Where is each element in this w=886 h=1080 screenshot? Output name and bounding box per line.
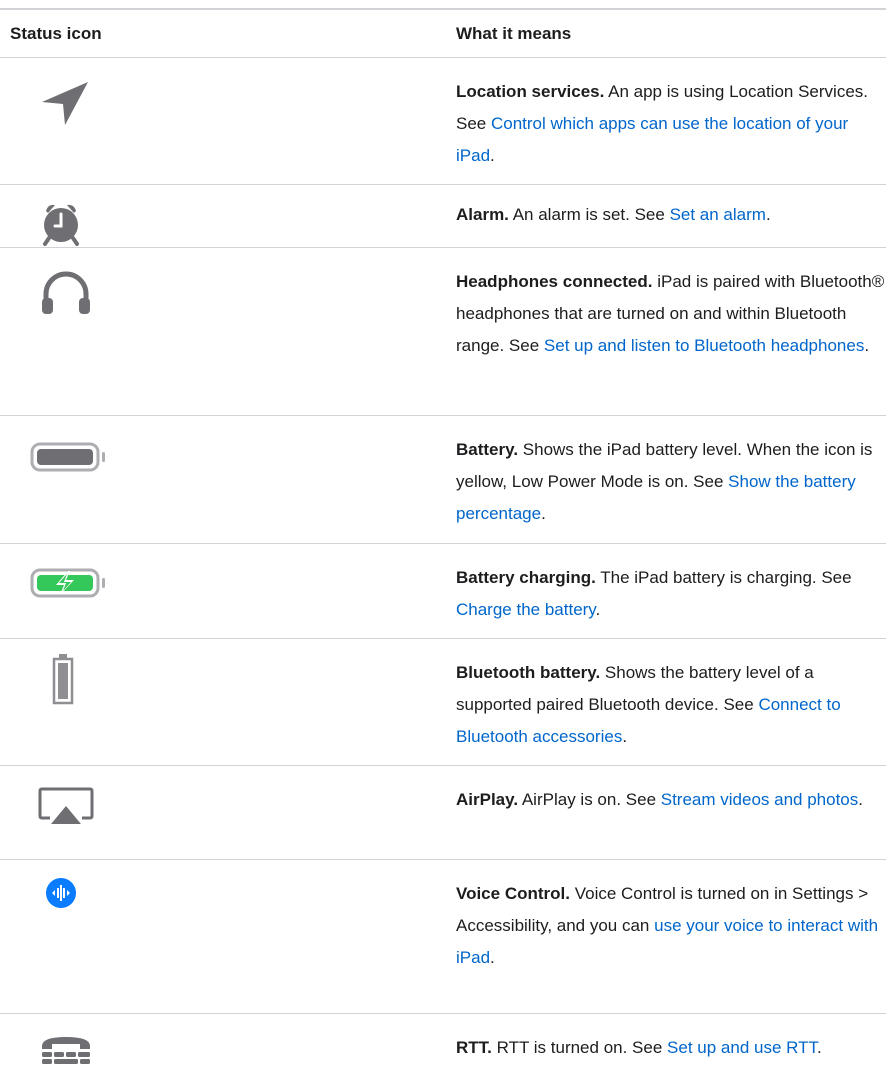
row-link[interactable]: Charge the battery: [456, 600, 596, 619]
header-what-it-means: What it means: [456, 24, 572, 43]
headphones-icon: [36, 270, 96, 318]
row-title: Bluetooth battery.: [456, 663, 601, 682]
row-link[interactable]: Stream videos and photos: [661, 790, 859, 809]
row-text-end: .: [765, 205, 771, 224]
airplay-icon: [36, 786, 96, 834]
row-text: RTT is turned on. See: [491, 1038, 668, 1057]
table-row: Bluetooth battery. Shows the battery lev…: [0, 639, 886, 766]
row-title: Alarm.: [456, 205, 509, 224]
row-text-end: .: [858, 790, 863, 809]
row-text-end: .: [622, 727, 628, 746]
battery-charging-icon: [26, 562, 105, 610]
row-text-end: .: [490, 146, 495, 165]
header-status-icon: Status icon: [10, 24, 102, 43]
row-link[interactable]: Set up and listen to Bluetooth headphone…: [544, 336, 864, 355]
row-text-end: .: [541, 504, 546, 523]
row-text-end: .: [490, 948, 495, 967]
location-arrow-icon: [36, 80, 96, 128]
row-link[interactable]: Set up and use RTT: [667, 1038, 817, 1057]
row-text-end: .: [816, 1038, 822, 1057]
bluetooth-battery-icon: [50, 653, 110, 705]
table-header: Status icon What it means: [0, 10, 886, 58]
battery-icon: [26, 436, 105, 484]
row-text-end: .: [864, 336, 870, 355]
alarm-clock-icon: [36, 201, 96, 249]
table-row: RTT. RTT is turned on. See Set up and us…: [0, 1014, 886, 1076]
row-title: Battery.: [456, 440, 519, 459]
row-description: RTT. RTT is turned on. See Set up and us…: [456, 1032, 886, 1064]
table-row: Location services. An app is using Locat…: [0, 58, 886, 185]
row-title: AirPlay.: [456, 790, 519, 809]
row-text: The iPad battery is charging. See: [595, 568, 852, 587]
row-title: Headphones connected.: [456, 272, 653, 291]
row-text: AirPlay is on. See: [518, 790, 661, 809]
row-link[interactable]: Set an alarm: [670, 205, 766, 224]
row-description: Location services. An app is using Locat…: [456, 76, 886, 172]
row-description: Alarm. An alarm is set. See Set an alarm…: [456, 199, 886, 231]
table-row: AirPlay. AirPlay is on. See Stream video…: [0, 766, 886, 860]
table-row: Alarm. An alarm is set. See Set an alarm…: [0, 185, 886, 248]
row-title: RTT.: [456, 1038, 492, 1057]
table-row: Battery charging. The iPad battery is ch…: [0, 544, 886, 639]
rtt-phone-icon: [36, 1032, 96, 1080]
row-description: AirPlay. AirPlay is on. See Stream video…: [456, 784, 886, 816]
table-row: Battery. Shows the iPad battery level. W…: [0, 416, 886, 544]
row-description: Battery charging. The iPad battery is ch…: [456, 562, 886, 626]
row-title: Location services.: [456, 82, 605, 101]
row-description: Battery. Shows the iPad battery level. W…: [456, 434, 886, 530]
table-row: Headphones connected. iPad is paired wit…: [0, 248, 886, 416]
table-row: Voice Control. Voice Control is turned o…: [0, 860, 886, 1014]
row-text: An alarm is set. See: [508, 205, 670, 224]
row-title: Battery charging.: [456, 568, 596, 587]
row-description: Voice Control. Voice Control is turned o…: [456, 878, 886, 974]
row-text-end: .: [595, 600, 601, 619]
row-description: Bluetooth battery. Shows the battery lev…: [456, 657, 886, 753]
row-link[interactable]: Control which apps can use the location …: [456, 114, 848, 165]
row-title: Voice Control.: [456, 884, 570, 903]
voice-control-icon: [44, 876, 104, 924]
row-description: Headphones connected. iPad is paired wit…: [456, 266, 886, 362]
